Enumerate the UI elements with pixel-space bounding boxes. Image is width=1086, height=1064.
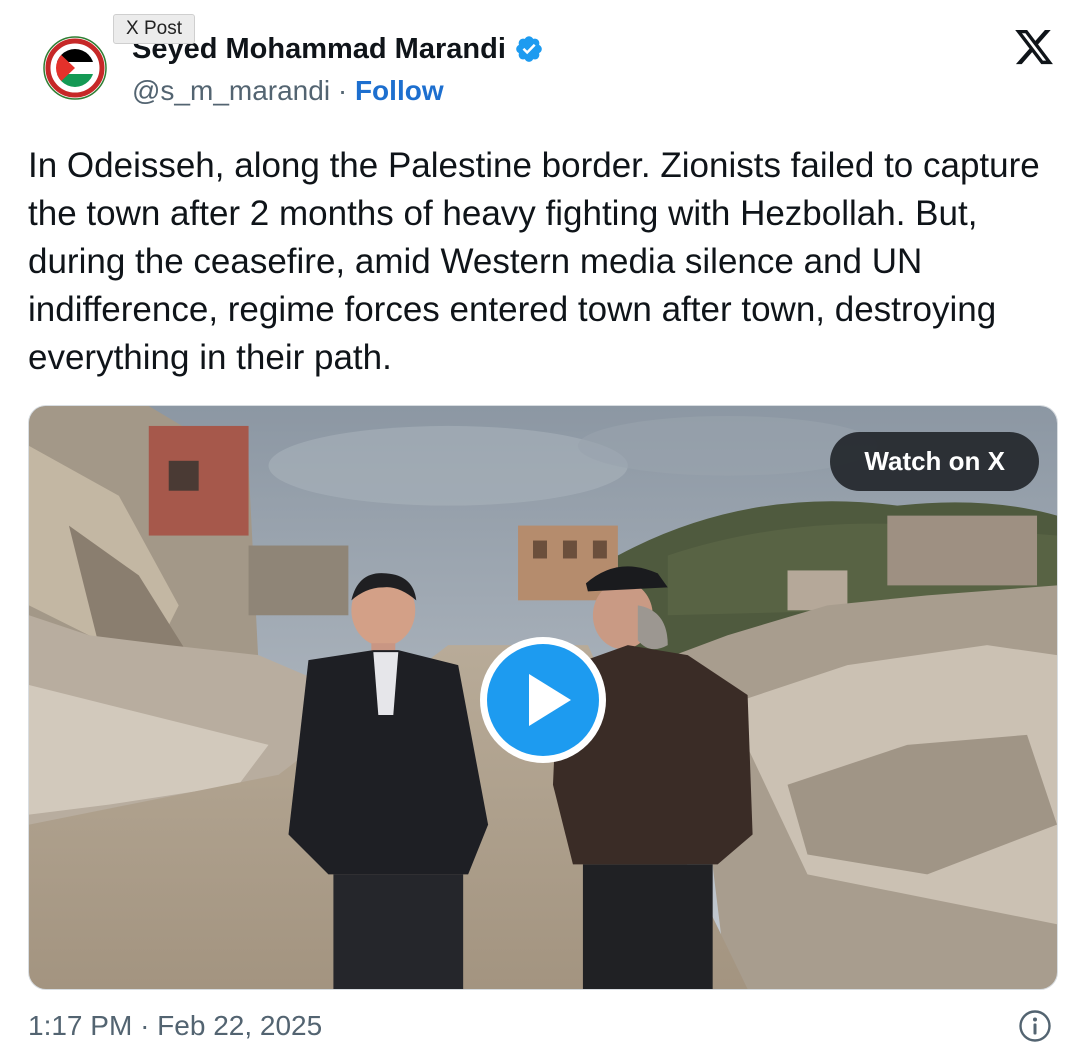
timestamp-separator: · (140, 1010, 150, 1041)
timestamp[interactable]: 1:17 PM · Feb 22, 2025 (28, 1010, 322, 1042)
verified-badge-icon (514, 34, 544, 64)
post-date: Feb 22, 2025 (157, 1010, 323, 1041)
avatar[interactable] (43, 36, 107, 100)
author-handle[interactable]: @s_m_marandi (132, 75, 330, 106)
handle-separator: · (337, 75, 348, 106)
tooltip: X Post (113, 14, 195, 44)
tweet-text: In Odeisseh, along the Palestine border.… (28, 146, 1040, 377)
post-time: 1:17 PM (28, 1010, 133, 1041)
x-logo-icon[interactable] (1012, 26, 1056, 68)
play-button[interactable] (477, 634, 609, 766)
watch-on-x-button[interactable]: Watch on X (830, 432, 1039, 491)
info-icon[interactable] (1018, 1009, 1052, 1043)
video-player[interactable]: Watch on X (28, 405, 1058, 990)
author-handle-row: @s_m_marandi · Follow (132, 75, 444, 107)
save-gaza-badge-icon (43, 36, 107, 100)
play-icon (480, 637, 606, 763)
follow-button[interactable]: Follow (355, 75, 444, 106)
